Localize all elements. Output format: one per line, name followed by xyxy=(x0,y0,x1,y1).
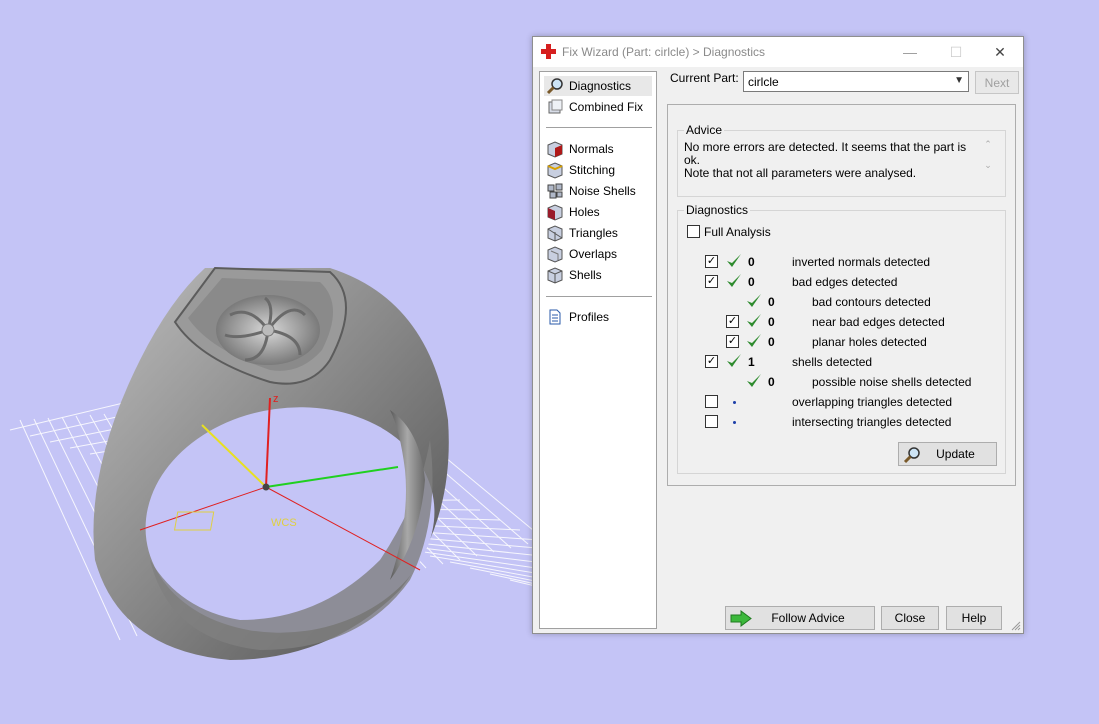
diagnostic-checkbox[interactable]: ✓ xyxy=(705,255,718,268)
advice-legend: Advice xyxy=(684,123,725,137)
sidebar-item-overlaps[interactable]: Overlaps xyxy=(544,244,652,264)
diagnostic-count: 0 xyxy=(768,375,775,389)
follow-advice-button[interactable]: Follow Advice xyxy=(725,606,875,630)
diagnostic-count: 0 xyxy=(768,295,775,309)
full-analysis-checkbox[interactable] xyxy=(687,225,700,238)
axis-z-label: z xyxy=(273,393,279,405)
sidebar-item-normals[interactable]: Normals xyxy=(544,139,652,159)
diagnostic-label: bad edges detected xyxy=(792,275,898,289)
cube-stitch-icon xyxy=(547,162,563,179)
sidebar-item-shells[interactable]: Shells xyxy=(544,265,652,285)
diagnostics-group: Diagnostics Full Analysis ✓ 0 inverted nor… xyxy=(677,203,1006,474)
diagnostic-count: 0 xyxy=(768,335,775,349)
diagnostic-label: near bad edges detected xyxy=(812,315,945,329)
diagnostic-label: overlapping triangles detected xyxy=(792,395,953,409)
sidebar-item-label: Stitching xyxy=(569,163,616,177)
green-arrow-icon xyxy=(730,610,752,627)
cube-holes-icon xyxy=(547,204,563,221)
sidebar-item-noise-shells[interactable]: Noise Shells xyxy=(544,181,652,201)
green-check-icon xyxy=(727,354,741,367)
sidebar-item-label: Normals xyxy=(569,142,614,156)
update-button[interactable]: Update xyxy=(898,442,997,466)
current-part-label: Current Part: xyxy=(670,71,739,85)
diagnostic-count: 1 xyxy=(748,355,755,369)
resize-grip-icon[interactable] xyxy=(1011,621,1021,631)
diagnostics-panel: Advice No more errors are detected. It s… xyxy=(667,104,1016,486)
diagnostic-label: intersecting triangles detected xyxy=(792,415,952,429)
sidebar-item-label: Noise Shells xyxy=(569,184,636,198)
diagnostic-label: inverted normals detected xyxy=(792,255,931,269)
next-button[interactable]: Next xyxy=(975,71,1019,94)
sidebar-item-holes[interactable]: Holes xyxy=(544,202,652,222)
current-part-select[interactable]: cirlcle ▼ xyxy=(743,71,969,92)
sidebar-item-label: Profiles xyxy=(569,310,610,324)
cube-red-icon xyxy=(547,141,563,158)
close-button[interactable]: Close xyxy=(881,606,939,630)
sidebar-item-label: Holes xyxy=(569,205,600,219)
sidebar-item-label: Overlaps xyxy=(569,247,618,261)
sidebar-item-profiles[interactable]: Profiles xyxy=(544,307,652,327)
diagnostic-checkbox[interactable] xyxy=(705,415,718,428)
full-analysis-label: Full Analysis xyxy=(704,225,771,239)
magnifier-icon xyxy=(546,78,563,95)
diagnostic-count: 0 xyxy=(748,275,755,289)
diagnostic-label: planar holes detected xyxy=(812,335,927,349)
status-dot-icon xyxy=(733,401,736,404)
maximize-button[interactable]: ☐ xyxy=(933,37,979,67)
cube-stack-icon xyxy=(548,99,563,114)
shells-icon xyxy=(547,267,563,284)
diagnostic-checkbox[interactable]: ✓ xyxy=(705,275,718,288)
document-icon xyxy=(549,309,561,325)
diagnostic-checkbox[interactable]: ✓ xyxy=(705,355,718,368)
triangles-icon xyxy=(547,225,563,242)
diagnostic-checkbox[interactable] xyxy=(705,395,718,408)
diagnostic-label: possible noise shells detected xyxy=(812,375,972,389)
title-bar[interactable]: Fix Wizard (Part: cirlcle) > Diagnostics… xyxy=(533,37,1023,67)
sidebar-item-label: Shells xyxy=(569,268,602,282)
diagnostic-label: shells detected xyxy=(792,355,873,369)
advice-group: Advice No more errors are detected. It s… xyxy=(677,123,1006,197)
diagnostics-legend: Diagnostics xyxy=(684,203,751,217)
green-check-icon xyxy=(747,314,761,327)
sidebar-item-label: Diagnostics xyxy=(569,79,632,93)
diagnostic-checkbox[interactable]: ✓ xyxy=(726,315,739,328)
status-dot-icon xyxy=(733,421,736,424)
green-check-icon xyxy=(747,374,761,387)
sidebar-item-label: Triangles xyxy=(569,226,618,240)
sidebar-item-label: Combined Fix xyxy=(569,100,644,114)
wcs-label: WCS xyxy=(271,517,297,529)
diagnostic-label: bad contours detected xyxy=(812,295,931,309)
dialog-title: Fix Wizard (Part: cirlcle) > Diagnostics xyxy=(562,45,766,59)
diagnostic-checkbox[interactable]: ✓ xyxy=(726,335,739,348)
green-check-icon xyxy=(747,294,761,307)
current-part-value: cirlcle xyxy=(748,75,779,89)
diagnostic-count: 0 xyxy=(748,255,755,269)
noise-shells-icon xyxy=(547,183,563,199)
sidebar-item-combined-fix[interactable]: Combined Fix xyxy=(544,97,652,117)
green-check-icon xyxy=(727,254,741,267)
fix-sidebar: Diagnostics Combined Fix Normals Stitchi… xyxy=(539,71,657,629)
help-button[interactable]: Help xyxy=(946,606,1002,630)
sidebar-item-triangles[interactable]: Triangles xyxy=(544,223,652,243)
magnifier-icon xyxy=(903,447,920,464)
advice-scrollbar[interactable]: ⌃ ⌄ xyxy=(980,139,996,179)
sidebar-item-stitching[interactable]: Stitching xyxy=(544,160,652,180)
chevron-down-icon: ▼ xyxy=(954,75,964,86)
advice-text: No more errors are detected. It seems th… xyxy=(684,140,967,180)
overlaps-icon xyxy=(547,246,563,263)
ring-model[interactable] xyxy=(93,266,449,660)
minimize-button[interactable]: — xyxy=(887,37,933,67)
diagnostic-count: 0 xyxy=(768,315,775,329)
red-cross-icon xyxy=(541,44,556,59)
fix-wizard-dialog: Fix Wizard (Part: cirlcle) > Diagnostics… xyxy=(532,36,1024,634)
close-window-button[interactable]: ✕ xyxy=(977,37,1023,67)
sidebar-item-diagnostics[interactable]: Diagnostics xyxy=(544,76,652,96)
green-check-icon xyxy=(727,274,741,287)
green-check-icon xyxy=(747,334,761,347)
